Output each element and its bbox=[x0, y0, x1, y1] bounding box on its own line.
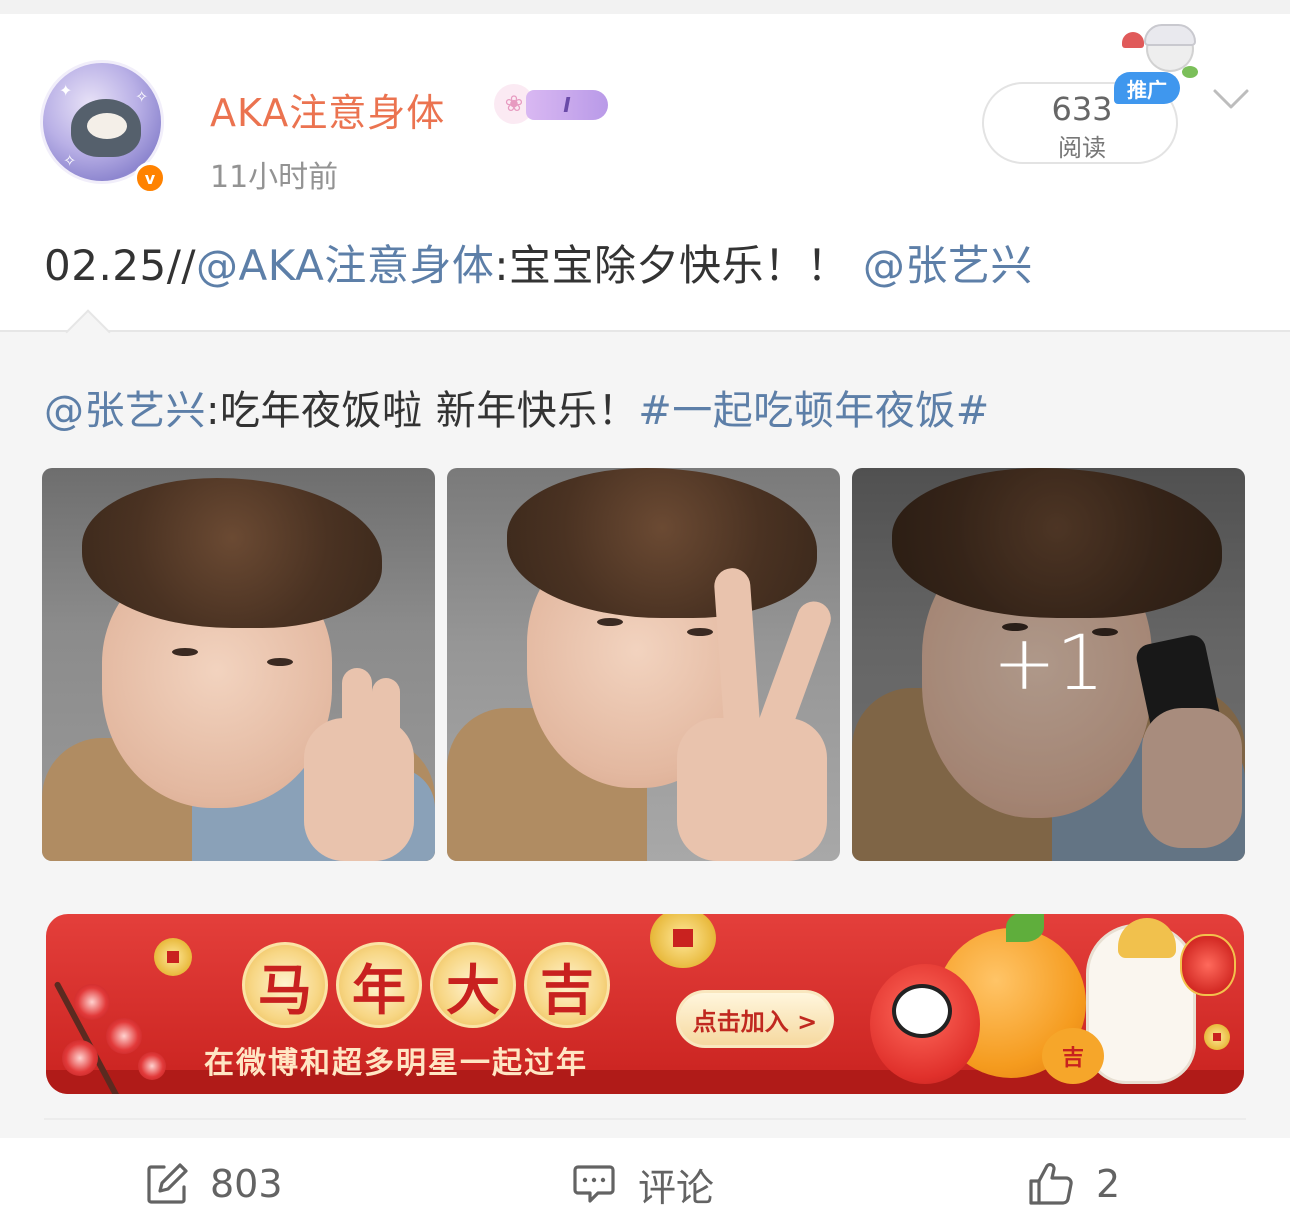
like-icon bbox=[1029, 1163, 1073, 1205]
weibo-mascot bbox=[870, 964, 980, 1084]
photo-thumbnail-1[interactable] bbox=[42, 468, 435, 861]
join-button[interactable]: 点击加入 > bbox=[676, 990, 834, 1048]
mention-link[interactable]: @AKA注意身体 bbox=[196, 241, 494, 290]
coin-icon bbox=[1204, 1024, 1230, 1050]
repost-notch bbox=[65, 309, 111, 355]
username[interactable]: AKA注意身体 bbox=[210, 82, 445, 137]
member-level: I bbox=[526, 90, 608, 120]
lantern-icon bbox=[1180, 934, 1236, 996]
like-count: 2 bbox=[1096, 1162, 1121, 1206]
mention-link[interactable]: @张艺兴 bbox=[44, 388, 206, 434]
coin-icon bbox=[650, 914, 716, 968]
repost-section[interactable]: @张艺兴:吃年夜饭啦 新年快乐！#一起吃顿年夜饭# +1 马 年 大 吉 在微博… bbox=[0, 309, 1290, 1138]
comment-label: 评论 bbox=[638, 1165, 715, 1210]
plum-blossom-icon bbox=[106, 1018, 142, 1054]
post-date: 02.25// bbox=[44, 241, 197, 290]
verified-icon: v bbox=[134, 162, 166, 194]
mention-link[interactable]: @张艺兴 bbox=[863, 241, 1033, 290]
share-count: 803 bbox=[210, 1162, 283, 1206]
photo-thumbnail-3[interactable]: +1 bbox=[852, 468, 1245, 861]
banner-subtitle: 在微博和超多明星一起过年 bbox=[204, 1046, 588, 1081]
banner-title-char: 吉 bbox=[524, 942, 610, 1028]
plum-blossom-icon bbox=[74, 984, 110, 1020]
post-message: :宝宝除夕快乐！！ bbox=[494, 241, 863, 290]
read-label: 阅读 bbox=[1058, 134, 1106, 162]
mushroom-icon bbox=[1122, 32, 1144, 48]
plum-blossom-icon bbox=[138, 1052, 166, 1080]
plum-blossom-icon bbox=[62, 1040, 98, 1076]
share-button[interactable]: 803 bbox=[146, 1154, 283, 1214]
repost-text: @张艺兴:吃年夜饭啦 新年快乐！#一起吃顿年夜饭# bbox=[44, 378, 990, 436]
banner-title-char: 马 bbox=[242, 942, 328, 1028]
new-year-banner[interactable]: 马 年 大 吉 在微博和超多明星一起过年 点击加入 > 吉 bbox=[46, 914, 1244, 1094]
share-icon bbox=[147, 1163, 188, 1204]
mascot-hair bbox=[1144, 24, 1196, 46]
sparkle-icon: ✦ bbox=[59, 81, 73, 100]
sparkle-icon: ✧ bbox=[63, 151, 77, 170]
promo-badge: 推广 bbox=[1114, 72, 1180, 104]
chevron-down-icon[interactable] bbox=[1212, 82, 1250, 116]
comment-button[interactable]: 评论 bbox=[572, 1154, 714, 1214]
sparkle-icon: ✧ bbox=[135, 87, 149, 106]
weibo-post-card: ✦ ✧ ✧ v AKA注意身体 ❀ I 11小时前 633 阅读 推广 02.2… bbox=[0, 14, 1290, 1217]
divider bbox=[44, 1118, 1246, 1120]
banner-title-char: 大 bbox=[430, 942, 516, 1028]
repost-message: :吃年夜饭啦 新年快乐！ bbox=[206, 388, 639, 434]
post-text: 02.25//@AKA注意身体:宝宝除夕快乐！！ @张艺兴 bbox=[44, 232, 1033, 293]
member-badge[interactable]: ❀ I bbox=[494, 84, 610, 124]
hashtag-link[interactable]: #一起吃顿年夜饭# bbox=[638, 388, 990, 434]
post-timestamp: 11小时前 bbox=[210, 160, 339, 195]
banner-title-char: 年 bbox=[336, 942, 422, 1028]
coin-icon bbox=[154, 938, 192, 976]
banner-title: 马 年 大 吉 bbox=[242, 942, 610, 1028]
more-photos-count: +1 bbox=[992, 618, 1105, 707]
leaf-icon bbox=[1182, 66, 1198, 78]
avatar-face bbox=[87, 113, 127, 139]
like-button[interactable]: 2 bbox=[1028, 1154, 1120, 1214]
lucky-charm: 吉 bbox=[1042, 1028, 1104, 1084]
comment-icon bbox=[573, 1165, 615, 1203]
photo-thumbnail-2[interactable] bbox=[447, 468, 840, 861]
